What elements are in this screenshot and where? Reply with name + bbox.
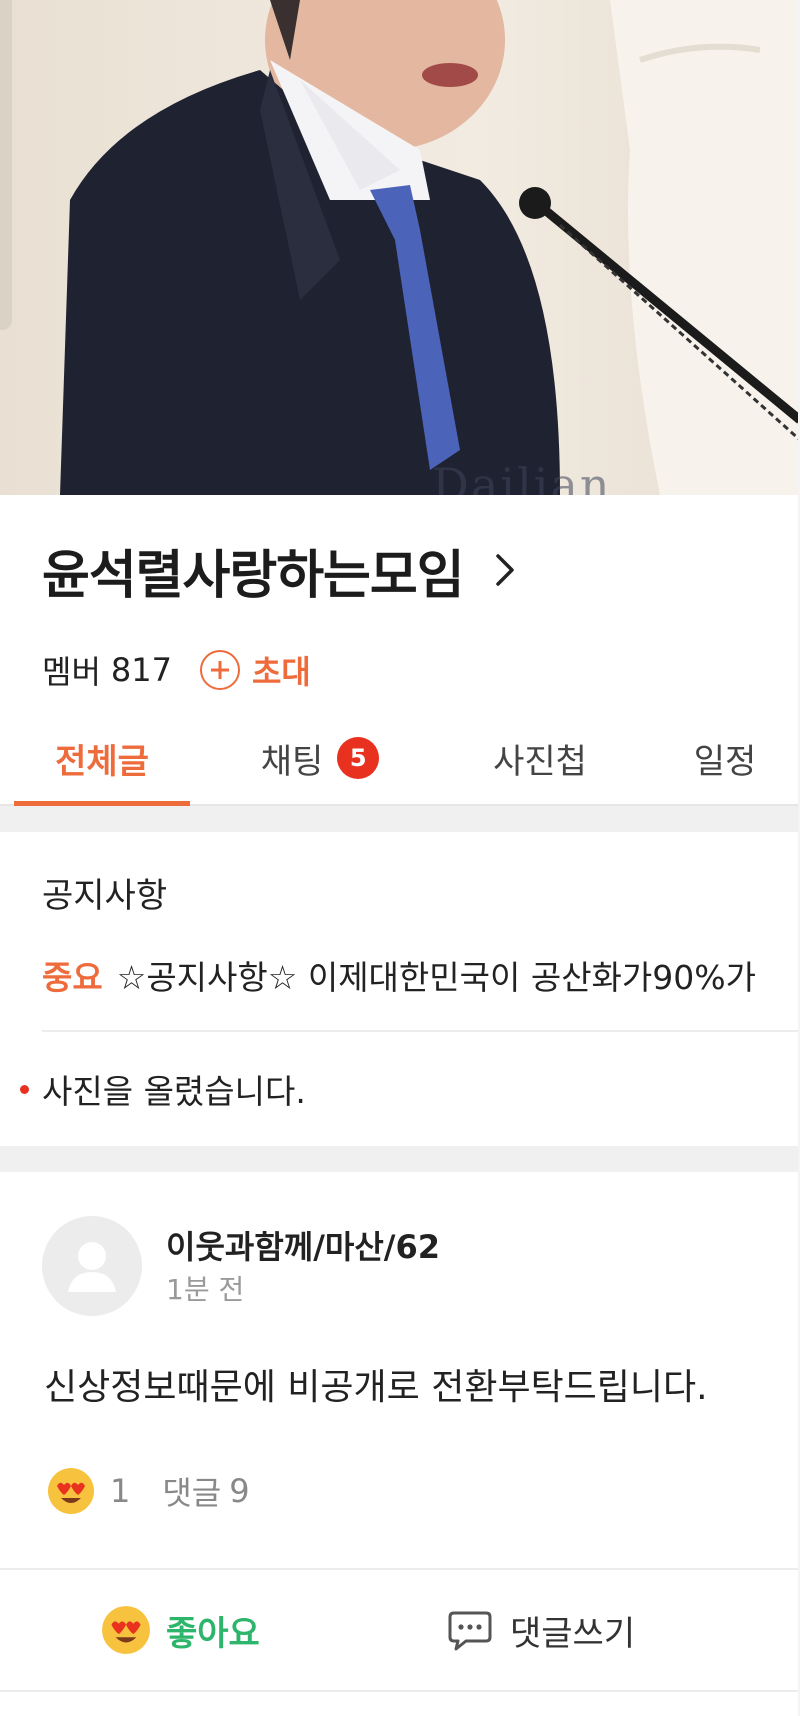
- tab-label: 일정: [693, 741, 757, 782]
- cover-watermark: Dailian: [432, 458, 612, 495]
- notice-important-tag: 중요: [42, 958, 103, 997]
- comment-count: 9: [229, 1472, 250, 1510]
- chevron-right-icon: [490, 550, 530, 590]
- tab-chat[interactable]: 채팅 5: [230, 712, 410, 804]
- tab-all-posts[interactable]: 전체글: [14, 712, 190, 804]
- member-count: 817: [110, 651, 172, 689]
- tab-label: 사진첩: [493, 741, 587, 782]
- post-body[interactable]: 신상정보때문에 비공개로 전환부탁드립니다.: [44, 1358, 708, 1410]
- tab-label: 전체글: [55, 741, 149, 782]
- notice-text: ☆공지사항☆ 이제대한민국이 공산화가90%가: [116, 958, 756, 997]
- member-row: 멤버 817 초대: [42, 645, 311, 695]
- invite-button[interactable]: 초대: [199, 647, 311, 693]
- tab-schedule[interactable]: 일정: [640, 712, 800, 804]
- speech-bubble-icon: [448, 1611, 492, 1651]
- tab-photos[interactable]: 사진첩: [450, 712, 630, 804]
- user-silhouette-icon: [68, 1242, 116, 1292]
- reaction-summary[interactable]: 1 댓글 9: [46, 1466, 250, 1516]
- section-gap: [0, 1146, 800, 1172]
- cover-photo[interactable]: Dailian: [0, 0, 800, 495]
- like-label: 좋아요: [166, 1613, 260, 1654]
- cover-photo-illustration: [60, 0, 800, 495]
- member-label: 멤버: [42, 653, 101, 691]
- comment-count-label: 댓글: [162, 1474, 222, 1512]
- unread-dot: [20, 1084, 29, 1094]
- photo-notice[interactable]: 사진을 올렸습니다.: [20, 1064, 306, 1114]
- post-action-bar: 좋아요 댓글쓰기: [0, 1568, 800, 1692]
- write-comment-button[interactable]: 댓글쓰기: [446, 1570, 635, 1690]
- tab-bar: 전체글 채팅 5 사진첩 일정: [0, 712, 800, 806]
- photo-notice-text: 사진을 올렸습니다.: [42, 1072, 306, 1111]
- heart-eyes-emoji-icon: [102, 1606, 150, 1654]
- reaction-count: 1: [110, 1472, 131, 1510]
- group-title-row[interactable]: 윤석렬사랑하는모임: [42, 535, 530, 606]
- post-author[interactable]: 이웃과함께/마산/62: [166, 1222, 440, 1268]
- post-time: 1분 전: [166, 1273, 245, 1306]
- like-button[interactable]: 좋아요: [100, 1570, 260, 1690]
- tab-label: 채팅: [260, 741, 324, 782]
- pinned-notice[interactable]: 중요 ☆공지사항☆ 이제대한민국이 공산화가90%가: [42, 950, 800, 1000]
- chat-badge: 5: [337, 737, 380, 779]
- heart-eyes-emoji-icon: [48, 1468, 94, 1514]
- plus-circle-icon: [199, 650, 240, 690]
- write-comment-label: 댓글쓰기: [510, 1613, 636, 1654]
- section-gap: [0, 806, 800, 832]
- cover-scrollbar: [0, 0, 12, 330]
- avatar[interactable]: [42, 1216, 142, 1316]
- notice-divider: [42, 1030, 800, 1032]
- group-title: 윤석렬사랑하는모임: [42, 545, 465, 606]
- notice-heading: 공지사항: [42, 876, 168, 916]
- invite-label: 초대: [251, 653, 311, 691]
